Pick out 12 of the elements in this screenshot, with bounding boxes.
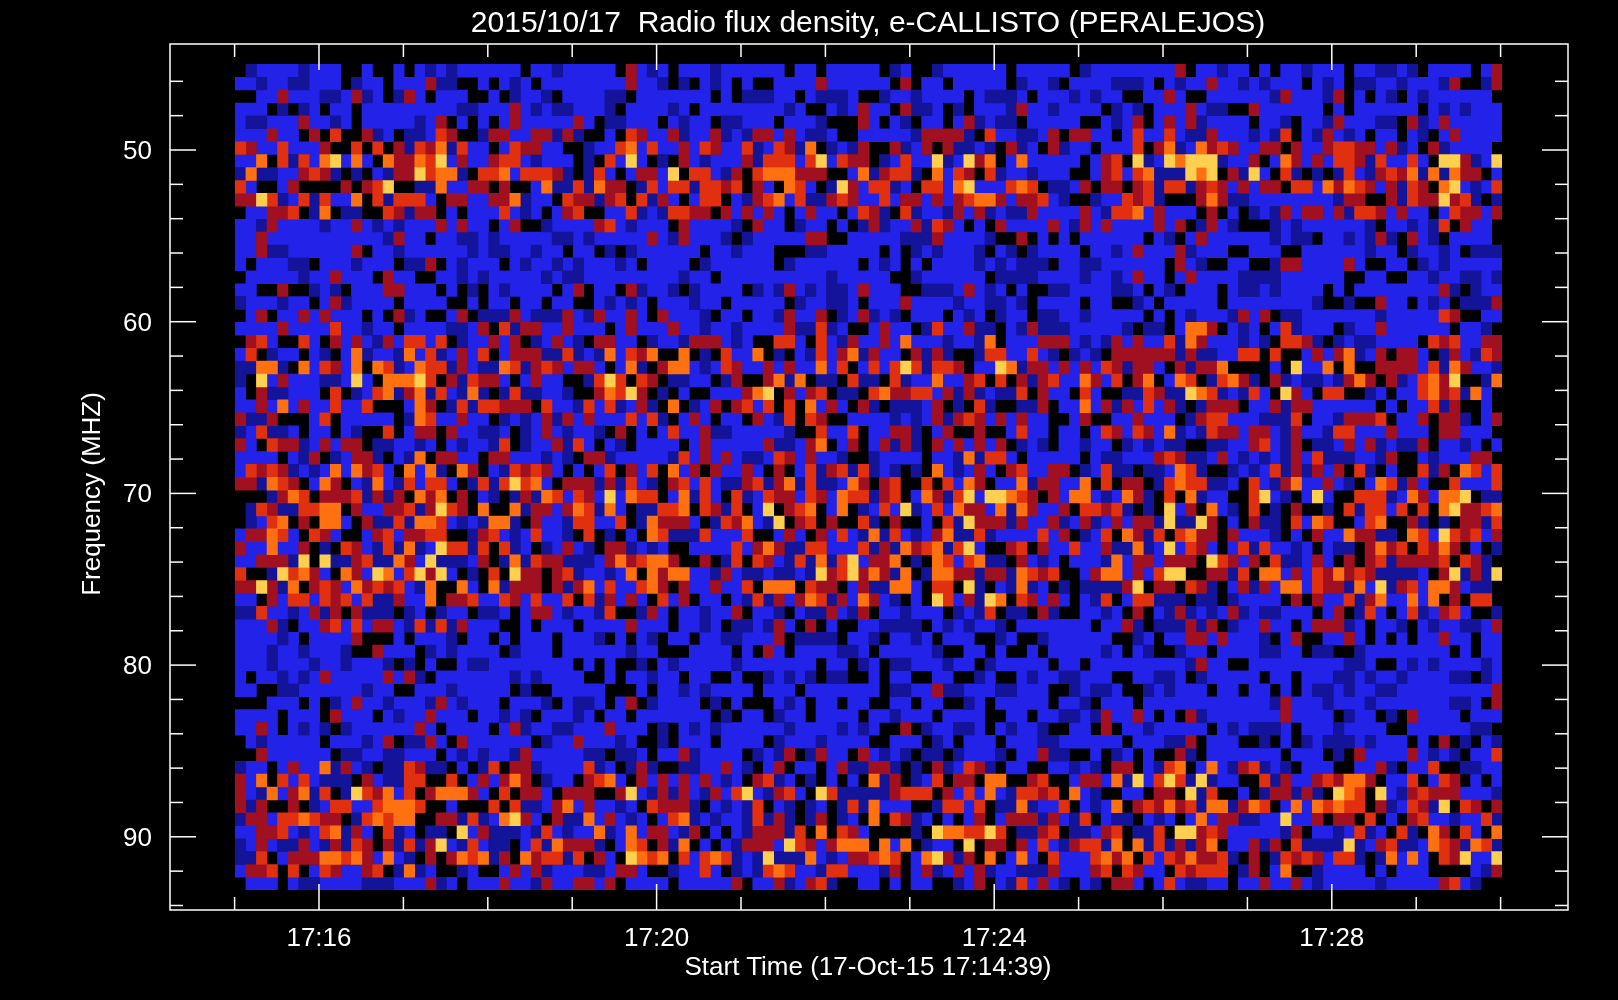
y-axis-label: Frequency (MHZ) bbox=[76, 392, 106, 596]
x-tick-label: 17:20 bbox=[624, 922, 690, 952]
y-tick-label: 70 bbox=[123, 478, 152, 509]
x-tick-label: 17:28 bbox=[1299, 922, 1365, 952]
x-tick-label: 17:24 bbox=[961, 922, 1027, 952]
y-tick-label: 80 bbox=[123, 650, 152, 681]
y-tick-label: 90 bbox=[123, 821, 152, 852]
chart-title: 2015/10/17 Radio flux density, e-CALLISTO (PERALEJOS) bbox=[470, 5, 1266, 38]
x-axis-label: Start Time (17-Oct-15 17:14:39) bbox=[684, 951, 1052, 981]
y-tick-label: 60 bbox=[123, 306, 152, 337]
y-tick-label: 50 bbox=[123, 135, 152, 165]
x-tick-label: 17:16 bbox=[286, 922, 352, 952]
